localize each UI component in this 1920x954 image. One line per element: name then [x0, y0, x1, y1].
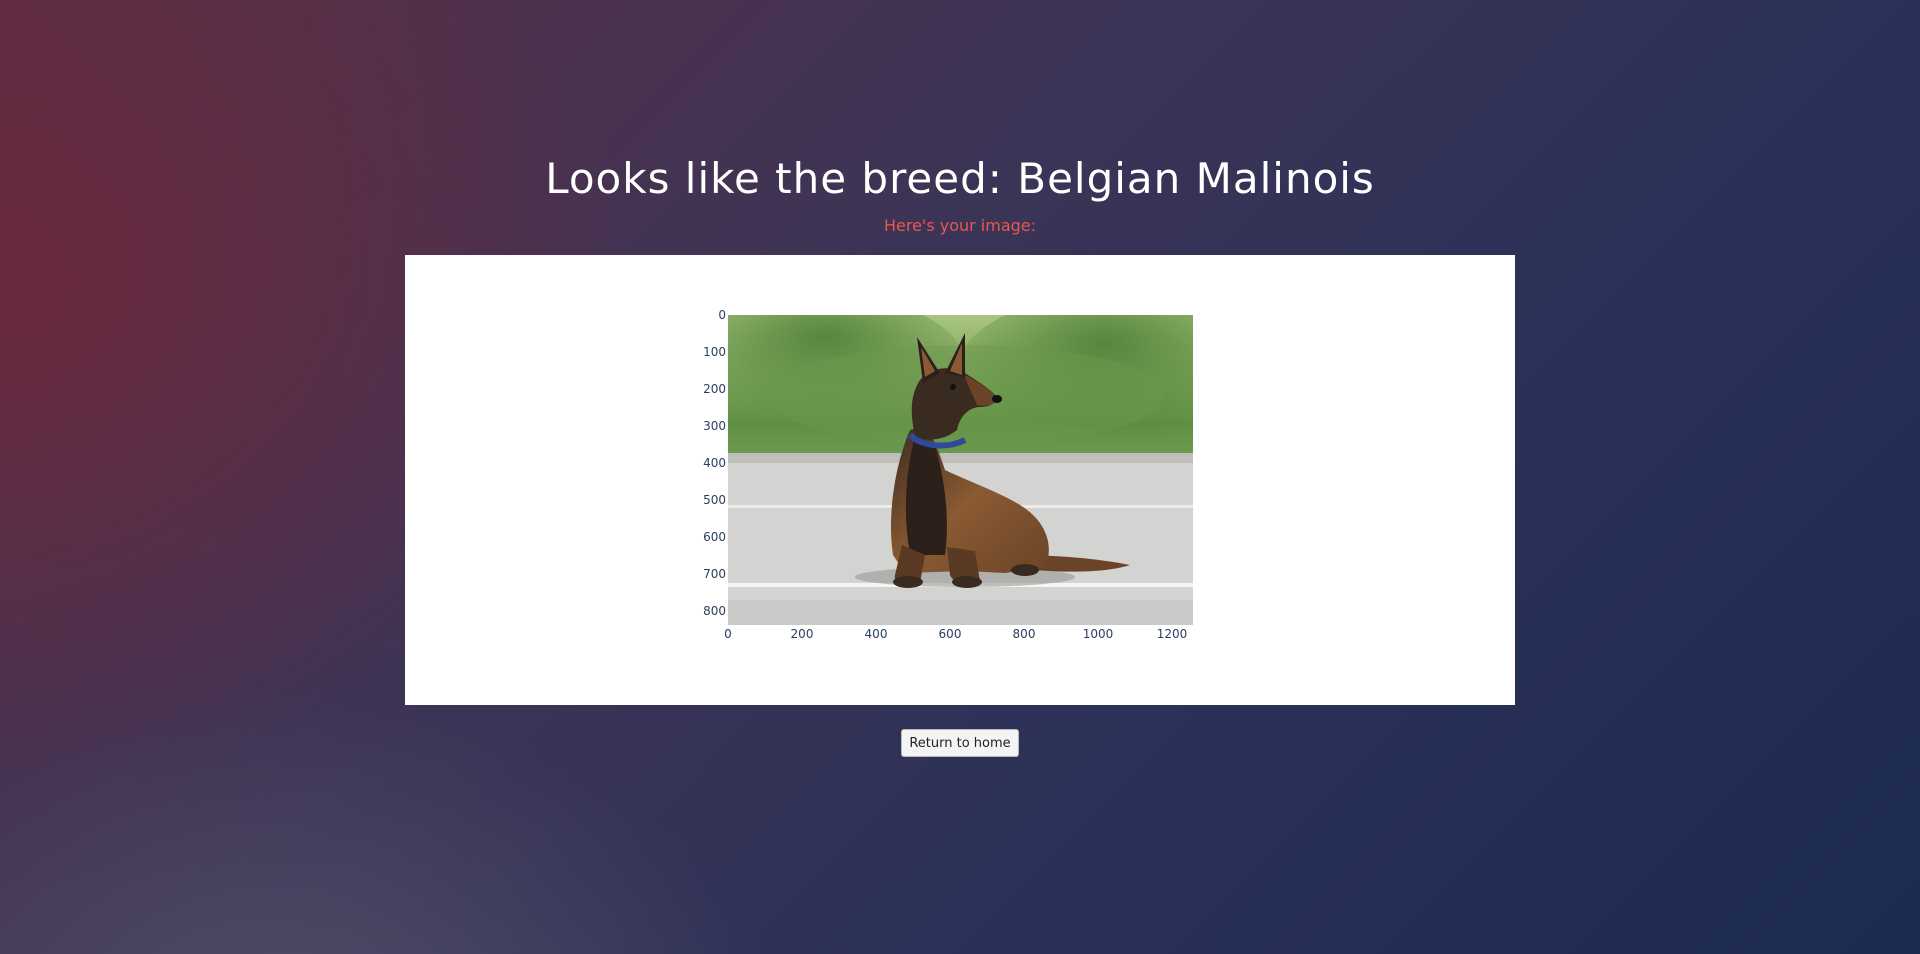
y-tick-label: 100 [703, 345, 726, 359]
y-tick-label: 200 [703, 382, 726, 396]
x-tick-label: 800 [1013, 627, 1036, 641]
return-home-button[interactable]: Return to home [901, 729, 1019, 757]
x-tick-label: 400 [865, 627, 888, 641]
image-plot[interactable]: 0 100 200 300 400 500 600 700 800 0 200 … [405, 255, 1515, 705]
x-tick-label: 600 [939, 627, 962, 641]
dog-photo [728, 315, 1193, 625]
x-tick-label: 0 [724, 627, 732, 641]
y-tick-label: 300 [703, 419, 726, 433]
y-tick-label: 700 [703, 567, 726, 581]
x-tick-label: 1200 [1157, 627, 1188, 641]
image-plot-panel: 0 100 200 300 400 500 600 700 800 0 200 … [405, 255, 1515, 705]
y-tick-label: 600 [703, 530, 726, 544]
x-axis: 0 200 400 600 800 1000 1200 [724, 627, 1187, 641]
y-axis: 0 100 200 300 400 500 600 700 800 [703, 308, 726, 618]
y-tick-label: 0 [718, 308, 726, 322]
y-tick-label: 400 [703, 456, 726, 470]
y-tick-label: 500 [703, 493, 726, 507]
page-title: Looks like the breed: Belgian Malinois [545, 154, 1375, 203]
x-tick-label: 1000 [1083, 627, 1114, 641]
page-subtitle: Here's your image: [883, 216, 1037, 235]
x-tick-label: 200 [791, 627, 814, 641]
page: Looks like the breed: Belgian Malinois H… [0, 0, 1920, 954]
y-tick-label: 800 [703, 604, 726, 618]
